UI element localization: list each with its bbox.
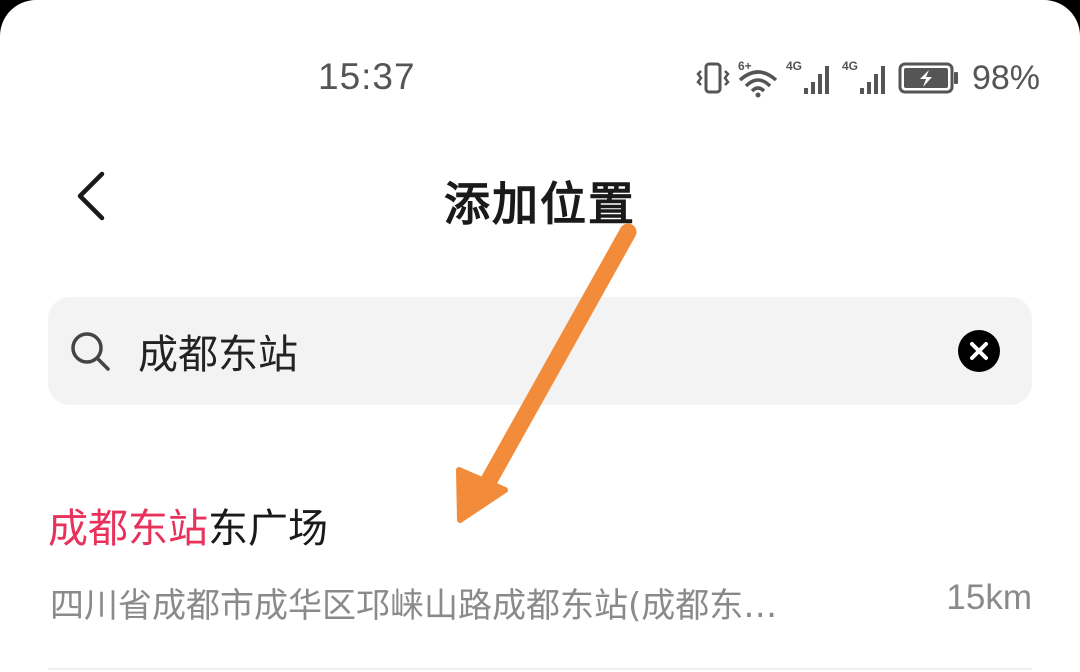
result-item[interactable]: 成都东站东广场 四川省成都市成华区邛崃山路成都东站(成都东… 15km: [48, 490, 1038, 670]
battery-charging-icon: [898, 62, 958, 94]
clear-search-button[interactable]: [958, 330, 1000, 372]
search-icon: [71, 332, 110, 371]
clear-icon: [970, 342, 988, 360]
vibrate-icon: [696, 62, 730, 94]
network-label: 4G: [842, 59, 858, 73]
signal-4g-icon: 4G: [786, 59, 829, 94]
network-label: 4G: [786, 59, 802, 73]
divider: [48, 668, 1032, 670]
search-bar[interactable]: [48, 297, 1032, 405]
result-address: 四川省成都市成华区邛崃山路成都东站(成都东…: [50, 586, 778, 626]
signal-4g-icon: 4G: [842, 59, 885, 94]
result-title-highlight: 成都东站: [48, 506, 208, 552]
status-icons: 6+ 4G 4G 98%: [696, 58, 1040, 98]
result-title: 成都东站东广场: [48, 496, 328, 554]
screen: 15:37 6+ 4G 4G 98% 添加位置 成都东站 成都东站东广场 四川省…: [0, 0, 1080, 672]
result-distance: 15km: [946, 578, 1032, 617]
search-input[interactable]: [138, 321, 918, 381]
result-title-rest: 东广场: [208, 506, 328, 552]
status-time: 15:37: [318, 56, 416, 97]
battery-percent: 98%: [971, 58, 1040, 97]
wifi-badge: 6+: [738, 59, 752, 73]
page-title: 添加位置: [444, 177, 636, 231]
wifi-6-icon: 6+: [738, 59, 778, 98]
